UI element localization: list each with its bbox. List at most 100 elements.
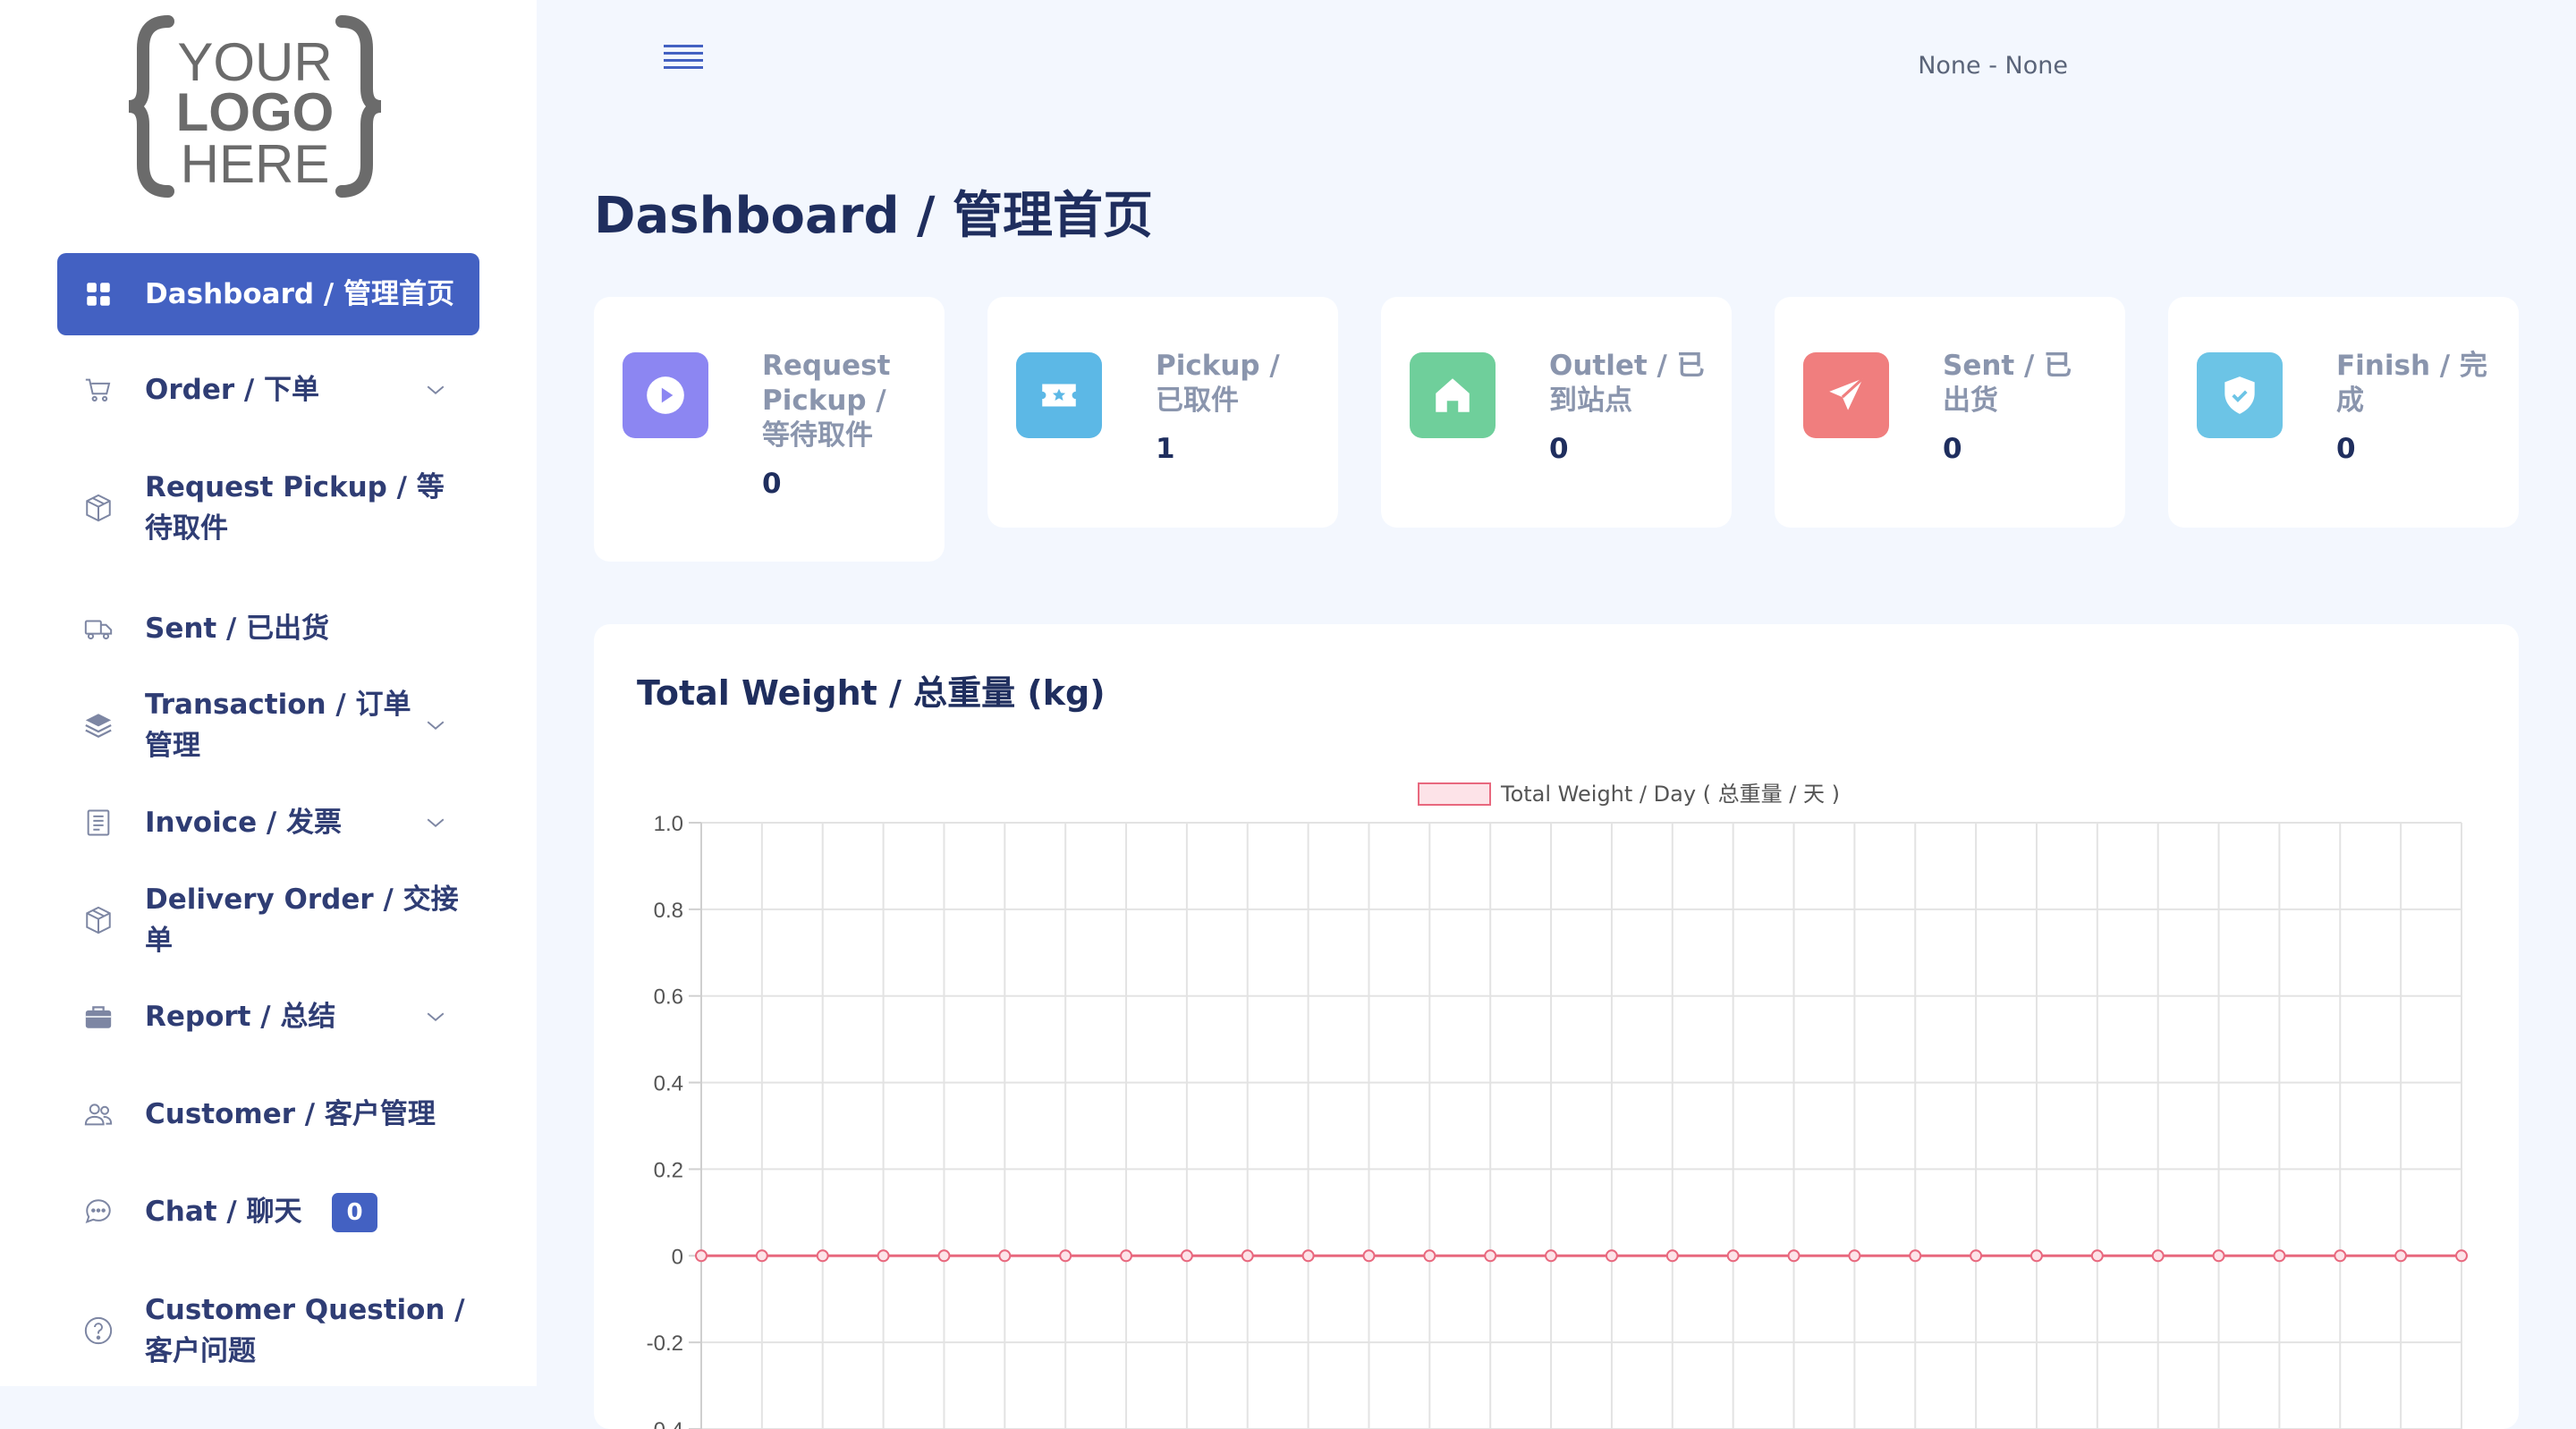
chart-card: Total Weight / 总重量 (kg) 1.0 0.8 0.6 0.4 0.2 0…	[594, 624, 2519, 1429]
sidebar-item-delivery-order[interactable]: Delivery Order / 交接单	[57, 884, 479, 957]
cart-icon	[80, 372, 116, 408]
stat-card-outlet[interactable]: Outlet / 已到站点 0	[1381, 297, 1732, 528]
sidebar-item-order[interactable]: Order / 下单	[57, 369, 479, 410]
ticket-icon	[1016, 352, 1102, 438]
chat-unread-badge: 0	[332, 1193, 377, 1233]
svg-text:HERE: HERE	[181, 134, 330, 194]
chevron-down-icon[interactable]	[422, 809, 449, 836]
stat-card-request-pickup[interactable]: Request Pickup / 等待取件 0	[594, 297, 945, 562]
sidebar-item-label: Customer / 客户管理	[145, 1098, 436, 1130]
y-tick-label: 0.4	[654, 1072, 683, 1096]
data-point	[1665, 1249, 1679, 1263]
sidebar-item-customer-question[interactable]: Customer Question / 客户问题	[57, 1289, 479, 1372]
page-title: Dashboard / 管理首页	[594, 187, 1153, 245]
y-tick-label: 0	[672, 1245, 683, 1269]
sidebar-item-chat[interactable]: Chat / 聊天 0	[57, 1191, 479, 1233]
y-tick-label: -0.4	[647, 1418, 683, 1429]
box-icon	[80, 490, 116, 526]
data-point	[1970, 1249, 1983, 1263]
stat-card-finish[interactable]: Finish / 完成 0	[2168, 297, 2519, 528]
data-point	[2455, 1249, 2468, 1263]
sidebar-item-label: Delivery Order / 交接单	[145, 884, 459, 957]
company-logo[interactable]: YOUR LOGO HERE	[125, 13, 385, 200]
sidebar-item-label: Order / 下单	[145, 374, 320, 406]
data-point	[2090, 1249, 2104, 1263]
sidebar-item-label: Transaction / 订单管理	[145, 689, 411, 762]
hamburger-icon[interactable]	[664, 39, 703, 75]
stat-value: 0	[2336, 433, 2356, 465]
grid-icon	[80, 276, 116, 312]
sidebar-item-customer[interactable]: Customer / 客户管理	[57, 1094, 479, 1135]
y-tick-label: 0.6	[654, 985, 683, 1010]
legend-swatch	[1418, 782, 1491, 806]
sidebar-item-label: Report / 总结	[145, 1001, 336, 1033]
logo-image: YOUR LOGO HERE	[128, 15, 382, 198]
sidebar-item-label: Request Pickup / 等待取件	[145, 471, 445, 545]
y-tick-label: 0.2	[654, 1158, 683, 1182]
sidebar-item-dashboard[interactable]: Dashboard / 管理首页	[57, 253, 479, 335]
layers-icon	[80, 707, 116, 743]
data-point	[1726, 1249, 1740, 1263]
stat-label: Sent / 已出货	[1943, 350, 2072, 417]
data-point	[1120, 1249, 1133, 1263]
stat-value: 0	[1549, 433, 1569, 465]
stat-value: 0	[762, 468, 782, 500]
data-point	[2334, 1249, 2347, 1263]
stat-value: 0	[1943, 433, 1962, 465]
stat-card-pickup[interactable]: Pickup / 已取件 1	[987, 297, 1338, 528]
stat-label: Outlet / 已到站点	[1549, 350, 1705, 417]
chevron-down-icon[interactable]	[422, 1003, 449, 1030]
main-content: None - None Dashboard / 管理首页 Request Pic…	[537, 0, 2576, 1429]
play-icon	[623, 352, 708, 438]
sidebar-item-label: Invoice / 发票	[145, 807, 343, 839]
sidebar: YOUR LOGO HERE Dashboard / 管理首页 Order / …	[0, 0, 537, 1386]
data-point	[755, 1249, 768, 1263]
data-point	[2151, 1249, 2165, 1263]
stat-value: 1	[1156, 433, 1175, 465]
stat-label: Request Pickup / 等待取件	[762, 350, 891, 452]
data-point	[695, 1249, 708, 1263]
sidebar-item-label: Chat / 聊天 0	[145, 1191, 479, 1233]
sidebar-item-label: Sent / 已出货	[145, 613, 330, 645]
home-icon	[1410, 352, 1496, 438]
y-tick-label: 0.8	[654, 899, 683, 923]
sidebar-item-invoice[interactable]: Invoice / 发票	[57, 802, 479, 843]
chevron-down-icon[interactable]	[422, 376, 449, 403]
data-point	[1059, 1249, 1072, 1263]
stat-card-sent[interactable]: Sent / 已出货 0	[1775, 297, 2125, 528]
data-point	[2394, 1249, 2408, 1263]
data-point	[2212, 1249, 2225, 1263]
sidebar-item-label: Dashboard / 管理首页	[145, 278, 454, 310]
data-point	[1605, 1249, 1618, 1263]
data-point	[1787, 1249, 1801, 1263]
box-icon	[80, 902, 116, 938]
sidebar-item-transaction[interactable]: Transaction / 订单管理	[57, 689, 479, 762]
question-icon	[80, 1313, 116, 1349]
data-point	[1484, 1249, 1497, 1263]
data-point	[816, 1249, 829, 1263]
sidebar-item-request-pickup[interactable]: Request Pickup / 等待取件	[57, 467, 479, 549]
chat-label: Chat / 聊天	[145, 1195, 302, 1228]
data-point	[1180, 1249, 1193, 1263]
chevron-down-icon[interactable]	[422, 712, 449, 739]
data-point	[1423, 1249, 1436, 1263]
data-point	[1545, 1249, 1558, 1263]
svg-text:LOGO: LOGO	[176, 82, 335, 142]
users-icon	[80, 1096, 116, 1132]
data-point	[2029, 1249, 2043, 1263]
stat-label: Finish / 完成	[2336, 350, 2487, 417]
data-point	[998, 1249, 1012, 1263]
sidebar-item-report[interactable]: Report / 总结	[57, 996, 479, 1037]
shield-icon	[2197, 352, 2283, 438]
data-point	[877, 1249, 890, 1263]
weight-line-chart: 1.0 0.8 0.6 0.4 0.2 0 -0.2 -0.4 Total Weight / D…	[647, 782, 2468, 1429]
truck-icon	[80, 611, 116, 647]
data-point	[2273, 1249, 2286, 1263]
chat-icon	[80, 1194, 116, 1230]
y-tick-label: -0.2	[647, 1332, 683, 1356]
sidebar-item-sent[interactable]: Sent / 已出货	[57, 608, 479, 649]
sidebar-item-label: Customer Question / 客户问题	[145, 1294, 465, 1367]
user-menu[interactable]: None - None	[1918, 52, 2068, 80]
stat-label: Pickup / 已取件	[1156, 350, 1280, 417]
data-point	[1362, 1249, 1376, 1263]
